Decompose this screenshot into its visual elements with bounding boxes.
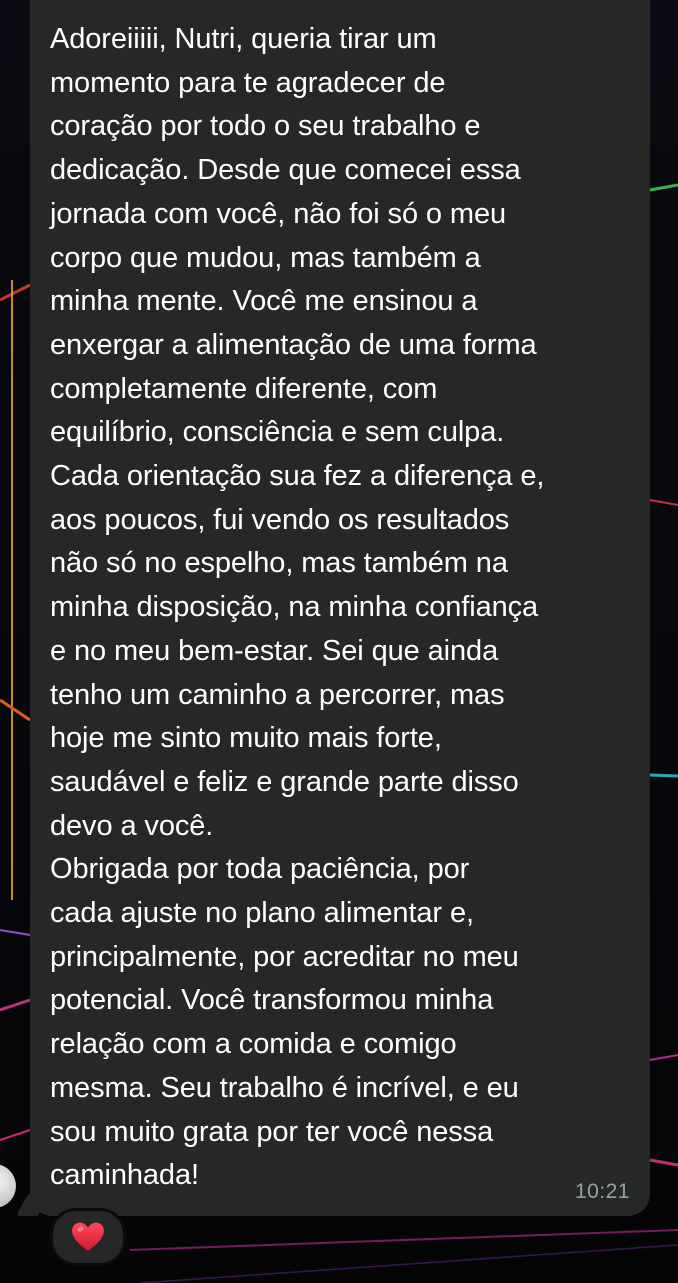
message-bubble[interactable]: Adoreiiiii, Nutri, queria tirar um momen… [30,0,650,1216]
heart-icon [72,1222,104,1251]
reaction-badge[interactable] [50,1208,126,1266]
message-text: Adoreiiiii, Nutri, queria tirar um momen… [50,23,545,1192]
message-timestamp: 10:21 [574,1180,630,1203]
